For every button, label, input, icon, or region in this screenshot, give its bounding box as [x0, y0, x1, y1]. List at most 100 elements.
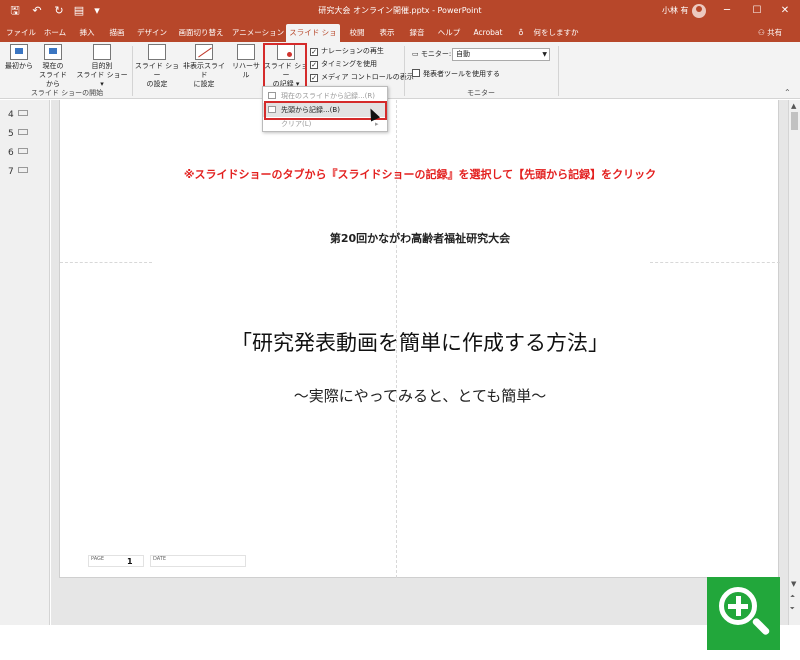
tab-insert[interactable]: 挿入 — [74, 24, 100, 42]
vertical-scrollbar[interactable]: ▲ ▼ ⏶ ⏷ — [788, 100, 800, 625]
scroll-down-icon[interactable]: ▼ — [791, 580, 796, 588]
lightbulb-icon: ♁ — [518, 28, 524, 37]
custom-label-2: スライド ショー ▾ — [76, 71, 128, 88]
slide-title[interactable]: 「研究発表動画を簡単に作成する方法」 — [60, 327, 780, 357]
tab-view[interactable]: 表示 — [374, 24, 400, 42]
slide-thumb-icon — [17, 129, 28, 135]
restore-button[interactable]: ☐ — [742, 0, 772, 22]
clear-label: クリア(L) — [281, 120, 312, 128]
guide-line — [60, 262, 152, 263]
tab-recording[interactable]: 録音 — [404, 24, 430, 42]
hide-slide-button[interactable]: 非表示スライド に設定 — [180, 44, 228, 89]
from-current-button[interactable]: 現在の スライドから — [36, 44, 70, 89]
thumbnail-item[interactable]: 6 — [8, 148, 28, 158]
from-beginning-label: 最初から — [5, 62, 33, 70]
setup-label-2: の設定 — [146, 80, 168, 88]
group-divider — [132, 46, 133, 96]
setup-icon — [148, 44, 166, 60]
zoom-in-button[interactable] — [707, 577, 780, 650]
slide-number: 6 — [8, 148, 14, 158]
monitor-label: ▭ モニター: — [412, 49, 451, 59]
thumbnail-item[interactable]: 7 — [8, 167, 28, 177]
footer-date-box[interactable]: DATE — [150, 555, 246, 567]
group-label-start: スライド ショーの開始 — [30, 89, 104, 97]
tab-home[interactable]: ホーム — [40, 24, 70, 42]
close-button[interactable]: ✕ — [770, 0, 800, 22]
thumbnail-pane: 4 5 6 7 — [0, 100, 50, 625]
presenter-label: 発表者ツールを使用する — [423, 70, 500, 78]
plus-icon — [736, 596, 741, 616]
tab-animations[interactable]: アニメーション — [230, 24, 286, 42]
thumbnail-item[interactable]: 4 — [8, 110, 28, 120]
footer-page-box[interactable]: PAGE 1 — [88, 555, 144, 567]
tab-draw[interactable]: 描画 — [104, 24, 130, 42]
collapse-ribbon-icon[interactable]: ⌃ — [784, 88, 791, 97]
setup-slideshow-button[interactable]: スライド ショー の設定 — [134, 44, 180, 89]
minimize-button[interactable]: ─ — [712, 0, 742, 22]
ribbon-tabs: ファイル ホーム 挿入 描画 デザイン 画面切り替え アニメーション スライド … — [0, 22, 800, 55]
instruction-annotation: ※スライドショーのタブから『スライドショーの記録』を選択して【先頭から記録】をク… — [183, 168, 657, 181]
media-controls-checkbox[interactable]: ✓ メディア コントロールの表示 — [310, 72, 414, 82]
group-divider — [404, 46, 405, 96]
narration-checkbox[interactable]: ✓ ナレーションの再生 — [310, 46, 384, 56]
qat-more-icon[interactable]: ▾ — [90, 4, 104, 18]
check-icon: ✓ — [310, 74, 318, 82]
custom-slideshow-button[interactable]: 目的別 スライド ショー ▾ — [76, 44, 128, 89]
narration-label: ナレーションの再生 — [321, 47, 384, 55]
custom-label-1: 目的別 — [91, 62, 113, 70]
slide-thumb-icon — [17, 167, 28, 173]
footer-date-label: DATE — [153, 556, 167, 562]
previous-slide-icon[interactable]: ⏶ — [790, 593, 795, 601]
timing-checkbox[interactable]: ✓ タイミングを使用 — [310, 59, 377, 69]
tab-help[interactable]: ヘルプ — [434, 24, 464, 42]
setup-label-1: スライド ショー — [134, 62, 180, 79]
hide-slide-icon — [195, 44, 213, 60]
thumbnail-item[interactable]: 5 — [8, 129, 28, 139]
share-label: 共有 — [767, 28, 783, 37]
monitor-select[interactable]: 自動 ▼ — [452, 48, 550, 61]
check-icon: ✓ — [310, 61, 318, 69]
present-icon[interactable]: ▤ — [72, 4, 86, 18]
from-beginning-button[interactable]: 最初から — [4, 44, 34, 71]
stopwatch-icon — [237, 44, 255, 60]
chevron-down-icon: ▼ — [542, 51, 547, 58]
tell-me-search[interactable]: 何をしますか — [530, 24, 582, 42]
avatar[interactable] — [692, 4, 706, 18]
share-button[interactable]: ⚇ 共有 — [758, 24, 782, 42]
scroll-up-icon[interactable]: ▲ — [791, 102, 796, 110]
redo-icon[interactable]: ↻ — [52, 4, 66, 18]
slide-number: 5 — [8, 129, 14, 139]
next-slide-icon[interactable]: ⏷ — [790, 605, 795, 613]
group-divider — [558, 46, 559, 96]
save-icon[interactable]: 🖫 — [8, 4, 22, 18]
tab-transitions[interactable]: 画面切り替え — [174, 24, 228, 42]
rehearse-timings-button[interactable]: リハーサル — [229, 44, 263, 80]
tab-file[interactable]: ファイル — [4, 24, 38, 42]
hide-label-1: 非表示スライド — [183, 62, 225, 79]
hide-label-2: に設定 — [193, 80, 215, 88]
slide-number: 7 — [8, 167, 14, 177]
slide-subtitle[interactable]: 〜実際にやってみると、とても簡単〜 — [60, 385, 780, 406]
record-button-highlight — [263, 43, 307, 88]
document-title: 研究大会 オンライン開催.pptx - PowerPoint — [318, 6, 482, 15]
record-current-label: 現在のスライドから記録...(R) — [281, 92, 376, 100]
record-current-icon — [268, 92, 276, 99]
slide-canvas[interactable]: ※スライドショーのタブから『スライドショーの記録』を選択して【先頭から記録】をク… — [59, 100, 780, 578]
conference-name[interactable]: 第20回かながわ高齢者福祉研究大会 — [60, 230, 780, 246]
tab-slideshow[interactable]: スライド ショー — [286, 24, 340, 55]
ribbon: 最初から 現在の スライドから 目的別 スライド ショー ▾ スライド ショーの… — [0, 42, 800, 99]
tab-design[interactable]: デザイン — [134, 24, 170, 42]
from-current-label-2: スライドから — [39, 71, 67, 88]
monitor-value: 自動 — [456, 50, 470, 58]
tab-acrobat[interactable]: Acrobat — [468, 24, 508, 42]
undo-icon[interactable]: ↶ — [30, 4, 44, 18]
slide-thumb-icon — [17, 110, 28, 116]
tab-review[interactable]: 校閲 — [344, 24, 370, 42]
presenter-view-checkbox[interactable]: 発表者ツールを使用する — [412, 69, 500, 79]
slideshow-current-icon — [44, 44, 62, 60]
scrollbar-thumb[interactable] — [791, 112, 798, 130]
slide-number: 4 — [8, 110, 14, 120]
slide-thumb-icon — [17, 148, 28, 154]
timing-label: タイミングを使用 — [321, 60, 377, 68]
check-icon: ✓ — [310, 48, 318, 56]
